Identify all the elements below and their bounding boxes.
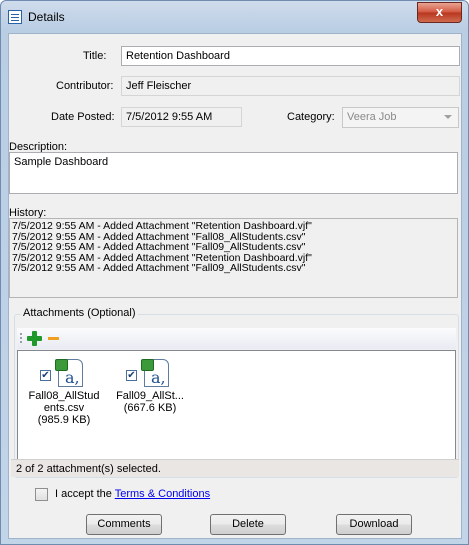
contributor-field: Jeff Fleischer [121,76,460,96]
history-entry: 7/5/2012 9:55 AM - Added Attachment "Ret… [12,220,312,232]
dropdown-arrow-icon [444,115,452,119]
details-window: Details x Title: Retention Dashboard Con… [0,0,469,545]
attachment-checkbox[interactable]: ✔ [126,370,137,381]
date-posted-field: 7/5/2012 9:55 AM [121,107,242,127]
category-label: Category: [287,111,335,123]
attachments-list: ✔ a, Fall08_AllStud ents.csv (985.9 KB) … [17,350,456,470]
download-button[interactable]: Download [336,514,412,535]
delete-button[interactable]: Delete [210,514,286,535]
description-field[interactable]: Sample Dashboard [9,152,458,194]
toolbar-grip-icon [20,333,22,345]
accept-terms-text: I accept the Terms & Conditions [55,488,211,500]
history-entry: 7/5/2012 9:55 AM - Added Attachment "Fal… [12,262,306,275]
attachment-checkbox[interactable]: ✔ [40,370,51,381]
title-field[interactable]: Retention Dashboard [121,46,460,66]
attachment-name: Fall09_AllSt... (667.6 KB) [116,390,184,414]
excel-file-icon: a, [141,359,169,387]
history-log: 7/5/2012 9:55 AM - Added Attachment "Ret… [9,218,458,298]
attachment-name: Fall08_AllStud ents.csv (985.9 KB) [28,390,100,426]
title-label: Title: [83,50,107,62]
attachments-group: Attachments (Optional) ✔ a, Fall08_AllSt… [14,307,459,478]
title-bar[interactable]: Details x [1,1,468,33]
close-button[interactable]: x [417,2,462,23]
attachments-toolbar [17,328,456,349]
category-dropdown[interactable]: Veera Job [342,107,459,128]
category-value: Veera Job [347,111,397,123]
details-window-icon [8,10,22,24]
date-posted-label: Date Posted: [51,111,115,123]
remove-icon[interactable] [48,337,59,340]
contributor-label: Contributor: [56,80,114,92]
window-title: Details [28,10,65,24]
terms-link[interactable]: Terms & Conditions [115,488,210,500]
add-icon[interactable] [27,331,42,346]
excel-file-icon: a, [55,359,83,387]
attachments-label: Attachments (Optional) [21,307,138,319]
attachments-status: 2 of 2 attachment(s) selected. [11,459,459,477]
accept-terms-checkbox[interactable] [35,488,48,501]
close-icon: x [435,4,444,19]
comments-button[interactable]: Comments [86,514,162,535]
form-panel: Title: Retention Dashboard Contributor: … [8,33,462,539]
